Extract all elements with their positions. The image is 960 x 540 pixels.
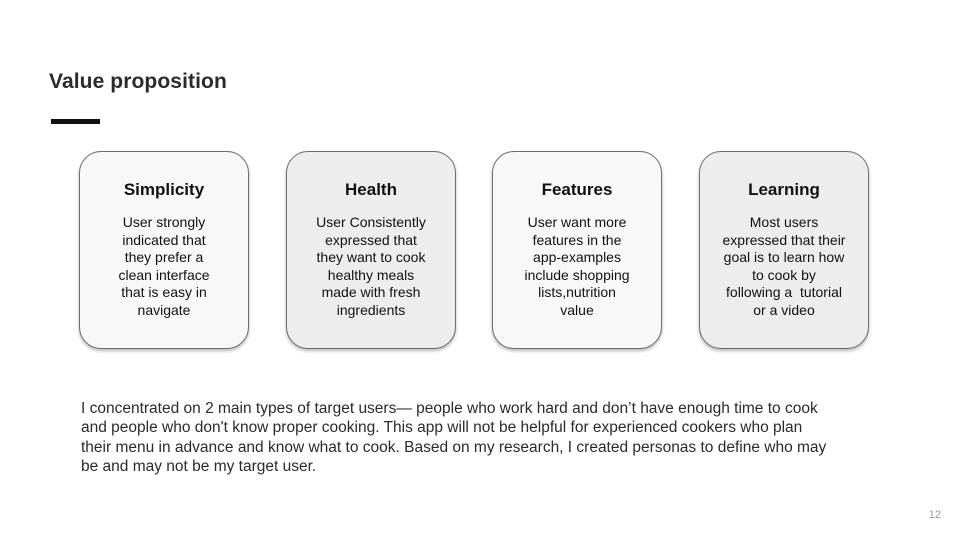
title-underline [51, 119, 100, 124]
card-features: Features User want more features in the ap… [492, 151, 662, 349]
card-body: User want more features in the app-example… [524, 214, 630, 318]
card-health: Health User Consistently expressed that th… [286, 151, 456, 349]
page-number: 12 [928, 509, 941, 521]
card-simplicity: Simplicity User strongly indicated that th… [79, 151, 249, 349]
card-title: Health [345, 180, 397, 199]
card-body: Most users expressed that their goal is to… [722, 214, 846, 318]
slide-title: Value proposition [49, 70, 227, 93]
card-learning: Learning Most users expressed that their g… [699, 151, 869, 349]
card-body: User strongly indicated that they prefer a… [118, 214, 210, 318]
description-paragraph: I concentrated on 2 main types of target… [81, 400, 827, 475]
card-title: Simplicity [123, 180, 205, 199]
card-body: User Consistently expressed that they want… [316, 214, 426, 318]
card-title: Features [541, 180, 613, 199]
card-title: Learning [748, 180, 820, 199]
